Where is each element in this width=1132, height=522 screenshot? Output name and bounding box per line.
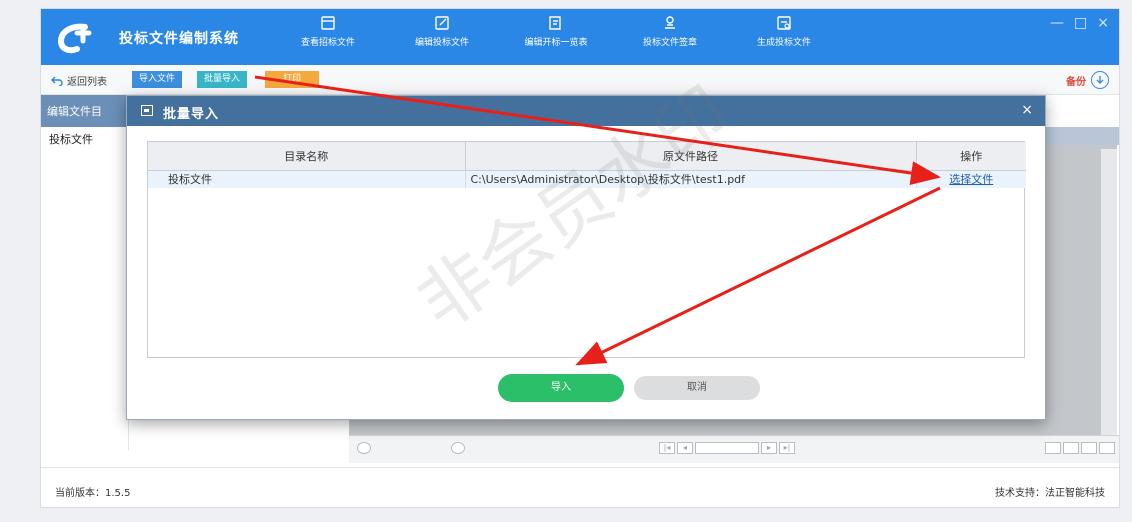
grid-view-icon[interactable] [1099,442,1115,454]
nav-edit-opening-list[interactable]: 编辑开标一览表 [499,15,613,48]
nav-label: 查看招标文件 [300,38,355,48]
toolbar: 返回列表 导入文件 批量导入 打印 备份 [41,65,1119,95]
edit-icon [435,16,449,30]
dialog-header: 批量导入 × [127,96,1045,126]
table-row[interactable]: 投标文件 C:\Users\Administrator\Desktop\投标文件… [148,170,1026,188]
prev-page-icon[interactable]: ◂ [677,442,693,454]
left-panel: 编辑文件目 投标文件 [41,95,129,450]
nav-edit-bid[interactable]: 编辑投标文件 [385,15,499,48]
nav-bid-signature[interactable]: 投标文件签章 [613,15,727,48]
cell-directory-name: 投标文件 [148,170,466,188]
signature-icon [665,16,675,29]
status-bar: 当前版本：1.5.5 技术支持：法正智能科技 [41,467,1119,507]
window-controls: — □ × [1050,15,1109,31]
single-page-view-icon[interactable] [1045,442,1061,454]
tree-item-bid-file[interactable]: 投标文件 [41,127,128,151]
content-header-strip [1045,127,1119,145]
minimize-icon[interactable]: — [1050,15,1064,31]
batch-import-dialog: 批量导入 × 目录名称 原文件路径 操作 投标文件 C:\Users\Admin… [126,95,1046,420]
edit-list-icon [549,16,561,30]
main-nav: 查看招标文件 编辑投标文件 编辑开标一览表 投标文件签章 生成投标文件 [271,15,841,48]
view-mode-buttons [1045,442,1115,454]
close-window-icon[interactable]: × [1097,15,1109,31]
pager: |◂ ◂ ▸ ▸| [659,442,795,454]
zoom-out-icon[interactable] [357,442,371,454]
select-file-link[interactable]: 选择文件 [949,173,993,186]
title-bar: 投标文件编制系统 查看招标文件 编辑投标文件 编辑开标一览表 投标文件签章 生成… [41,9,1119,65]
close-icon[interactable]: × [1021,102,1033,118]
table-header-row: 目录名称 原文件路径 操作 [148,142,1026,171]
batch-import-button[interactable]: 批量导入 [197,71,248,88]
import-button[interactable]: 导入 [498,374,624,402]
backup-label: 备份 [1066,76,1086,88]
zoom-in-icon[interactable] [451,442,465,454]
column-header: 操作 [916,142,1026,171]
back-label: 返回列表 [67,77,107,88]
support-text: 技术支持：法正智能科技 [995,488,1105,499]
dialog-title: 批量导入 [163,107,220,122]
return-arrow-icon [51,76,63,86]
import-file-button[interactable]: 导入文件 [132,71,183,88]
app-logo-icon [57,23,92,54]
nav-view-tender[interactable]: 查看招标文件 [271,15,385,48]
maximize-icon[interactable]: □ [1074,15,1087,31]
version-text: 当前版本：1.5.5 [55,488,131,499]
page-number-input[interactable] [695,442,759,454]
backup-button[interactable]: 备份 [1066,71,1109,89]
double-page-view-icon[interactable] [1063,442,1079,454]
first-page-icon[interactable]: |◂ [659,442,675,454]
viewer-bottom-bar: |◂ ◂ ▸ ▸| [349,435,1119,463]
print-button[interactable]: 打印 [265,71,319,88]
nav-label: 编辑开标一览表 [524,38,588,48]
left-panel-header: 编辑文件目 [41,95,128,127]
continuous-view-icon[interactable] [1081,442,1097,454]
last-page-icon[interactable]: ▸| [779,442,795,454]
download-icon [1091,71,1109,89]
document-view-icon [321,16,335,30]
generate-file-icon [777,16,791,30]
nav-label: 投标文件签章 [642,38,697,48]
cell-source-path: C:\Users\Administrator\Desktop\投标文件\test… [465,170,917,188]
import-table: 目录名称 原文件路径 操作 投标文件 C:\Users\Administrato… [147,141,1026,358]
column-header: 原文件路径 [465,142,917,171]
nav-label: 编辑投标文件 [414,38,469,48]
nav-generate-bid[interactable]: 生成投标文件 [727,15,841,48]
cancel-button[interactable]: 取消 [634,376,760,400]
cell-action: 选择文件 [916,170,1026,188]
vertical-scrollbar[interactable] [1101,149,1117,439]
nav-label: 生成投标文件 [756,38,811,48]
column-header: 目录名称 [148,142,466,171]
app-title: 投标文件编制系统 [119,31,239,47]
back-to-list-button[interactable]: 返回列表 [51,73,107,88]
next-page-icon[interactable]: ▸ [761,442,777,454]
dialog-window-icon [141,105,153,116]
